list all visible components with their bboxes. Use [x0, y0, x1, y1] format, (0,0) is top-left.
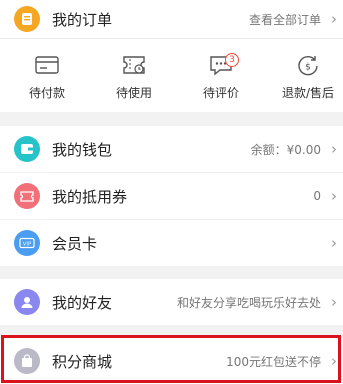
my-friends-title: 我的好友 [52, 293, 113, 312]
shopping-bag-icon [14, 348, 40, 374]
member-card-title: 会员卡 [52, 234, 98, 253]
my-wallet-row[interactable]: 我的钱包 余额：¥0.00 › [0, 126, 343, 172]
ticket-clock-icon [123, 56, 145, 74]
points-mall-promo: 100元红包送不停 [226, 354, 321, 369]
voucher-count: 0 [313, 189, 321, 203]
member-card-row[interactable]: VIP 会员卡 › [0, 220, 343, 266]
order-status-label: 退款/售后 [281, 86, 335, 100]
points-mall-row[interactable]: 积分商城 100元红包送不停 › [0, 338, 343, 384]
voucher-ticket-icon [14, 183, 40, 209]
order-status-to-use[interactable]: 待使用 [91, 38, 177, 112]
my-orders-title: 我的订单 [52, 10, 113, 29]
wallet-card-icon [35, 56, 59, 74]
chevron-right-icon: › [331, 234, 337, 252]
points-mall-title: 积分商城 [52, 352, 113, 371]
order-status-label: 待评价 [202, 86, 239, 100]
svg-text:VIP: VIP [23, 242, 32, 248]
my-vouchers-row[interactable]: 我的抵用券 0 › [0, 173, 343, 219]
order-status-pending-payment[interactable]: 待付款 [4, 38, 90, 112]
friends-subtitle: 和好友分享吃喝玩乐好去处 [176, 295, 321, 310]
my-vouchers-title: 我的抵用券 [52, 187, 128, 206]
view-all-orders-link[interactable]: 查看全部订单 [249, 11, 321, 28]
order-status-refund[interactable]: $ 退款/售后 [265, 38, 343, 112]
person-icon [14, 289, 40, 315]
my-friends-row[interactable]: 我的好友 和好友分享吃喝玩乐好去处 › [0, 279, 343, 325]
orders-list-icon [14, 6, 40, 32]
chevron-right-icon: › [331, 187, 337, 205]
order-status-label: 待使用 [115, 86, 152, 100]
vip-card-icon: VIP [14, 230, 40, 256]
chevron-right-icon: › [331, 293, 337, 311]
svg-text:$: $ [305, 63, 311, 73]
order-status-to-review[interactable]: 待评价 [178, 38, 264, 112]
order-status-bar: 待付款 待使用 待评价 $ 退款/售后 [0, 38, 343, 112]
chevron-right-icon: › [331, 352, 337, 370]
chevron-right-icon: › [331, 10, 337, 28]
my-wallet-title: 我的钱包 [52, 140, 113, 159]
refund-icon: $ [298, 56, 318, 76]
order-status-label: 待付款 [28, 86, 65, 100]
wallet-icon [14, 136, 40, 162]
review-count-badge: 3 [225, 53, 239, 67]
my-orders-row[interactable]: 我的订单 查看全部订单 › [0, 0, 343, 38]
chevron-right-icon: › [331, 140, 337, 158]
wallet-balance: 余额：¥0.00 [250, 142, 321, 157]
